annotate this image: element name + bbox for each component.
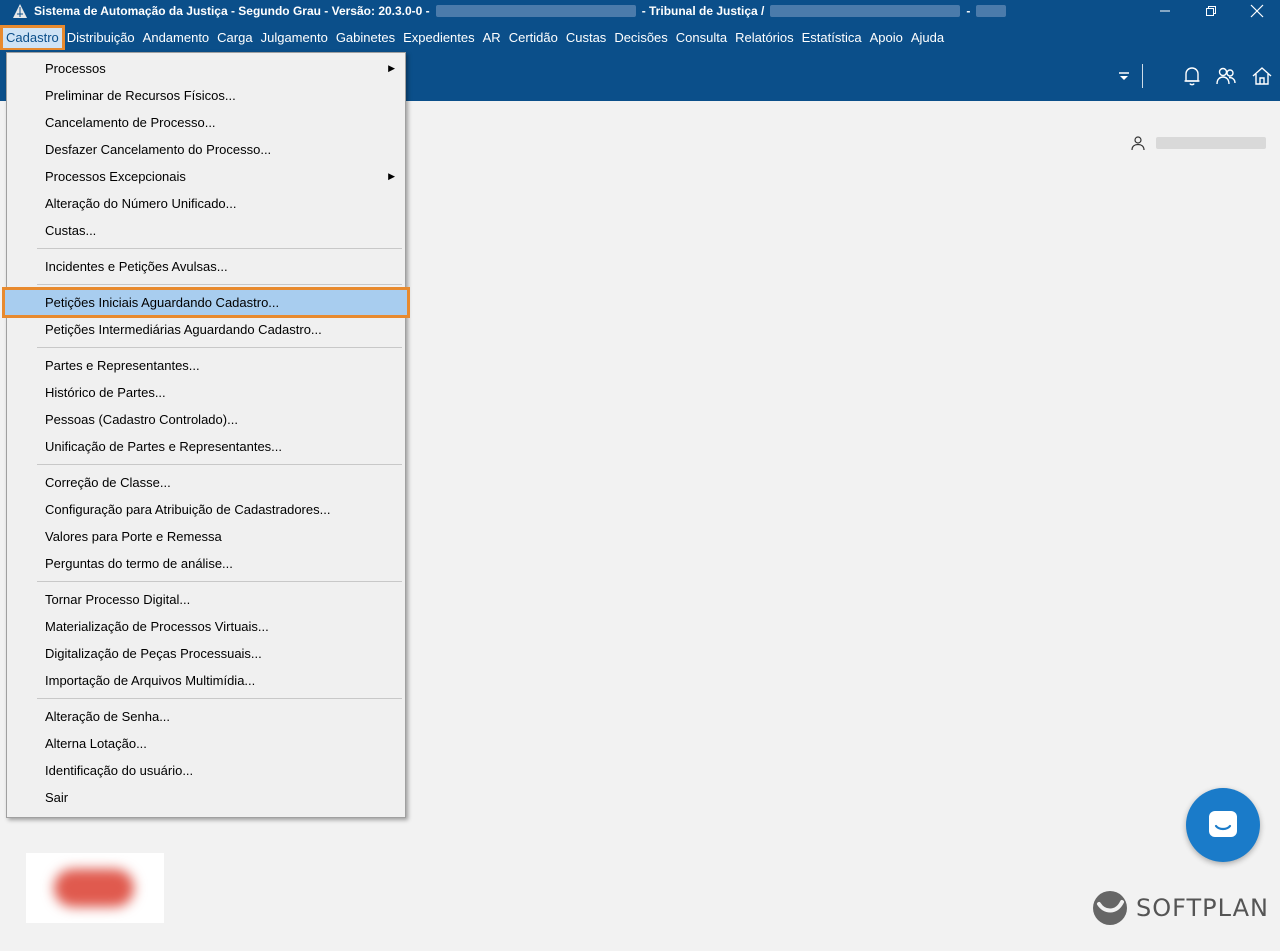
menu-ajuda[interactable]: Ajuda xyxy=(907,27,948,49)
redacted-text xyxy=(770,5,961,17)
menuitem-pessoas-cadastro-controlado[interactable]: Pessoas (Cadastro Controlado)... xyxy=(7,406,405,433)
redacted-username xyxy=(1156,137,1266,149)
menu-separator xyxy=(37,464,402,465)
menuitem-importacao-arquivos-multimidia[interactable]: Importação de Arquivos Multimídia... xyxy=(7,667,405,694)
chat-button[interactable] xyxy=(1186,788,1260,862)
chat-icon xyxy=(1209,811,1237,837)
redacted-logo xyxy=(26,853,164,923)
menu-relatorios[interactable]: Relatórios xyxy=(731,27,798,49)
menu-expedientes[interactable]: Expedientes xyxy=(399,27,479,49)
menuitem-unificacao-partes[interactable]: Unificação de Partes e Representantes... xyxy=(7,433,405,460)
softplan-logo-icon xyxy=(1093,891,1127,925)
menuitem-processos-excepcionais[interactable]: Processos Excepcionais ▶ xyxy=(7,163,405,190)
menuitem-incidentes-peticoes-avulsas[interactable]: Incidentes e Petições Avulsas... xyxy=(7,253,405,280)
window-title-part1: Sistema de Automação da Justiça - Segund… xyxy=(34,4,430,18)
window-controls xyxy=(1142,0,1280,22)
menu-consulta[interactable]: Consulta xyxy=(672,27,731,49)
restore-button[interactable] xyxy=(1188,0,1234,22)
menuitem-alterna-lotacao[interactable]: Alterna Lotação... xyxy=(7,730,405,757)
menu-apoio[interactable]: Apoio xyxy=(866,27,907,49)
menuitem-configuracao-atribuicao[interactable]: Configuração para Atribuição de Cadastra… xyxy=(7,496,405,523)
menu-carga[interactable]: Carga xyxy=(213,27,256,49)
cadastro-dropdown-menu: Processos ▶ Preliminar de Recursos Físico… xyxy=(2,52,410,818)
close-button[interactable] xyxy=(1234,0,1280,22)
menuitem-valores-porte-remessa[interactable]: Valores para Porte e Remessa xyxy=(7,523,405,550)
softplan-wordmark: SOFTPLAN xyxy=(1136,894,1269,922)
menu-ar[interactable]: AR xyxy=(479,27,505,49)
menuitem-alteracao-senha[interactable]: Alteração de Senha... xyxy=(7,703,405,730)
menuitem-partes-representantes[interactable]: Partes e Representantes... xyxy=(7,352,405,379)
user-icon xyxy=(1131,136,1145,151)
menu-certidao[interactable]: Certidão xyxy=(505,27,562,49)
minimize-button[interactable] xyxy=(1142,0,1188,22)
softplan-brand: SOFTPLAN xyxy=(1090,888,1269,928)
menu-gabinetes[interactable]: Gabinetes xyxy=(332,27,399,49)
minimize-icon xyxy=(1160,10,1170,12)
menu-separator xyxy=(37,347,402,348)
menuitem-processos[interactable]: Processos ▶ xyxy=(7,55,405,82)
menuitem-tornar-processo-digital[interactable]: Tornar Processo Digital... xyxy=(7,586,405,613)
filter-dropdown-icon[interactable] xyxy=(1112,64,1136,88)
menu-julgamento[interactable]: Julgamento xyxy=(257,27,332,49)
menuitem-sair[interactable]: Sair xyxy=(7,784,405,811)
redacted-text xyxy=(435,5,636,17)
menu-separator xyxy=(37,698,402,699)
menu-distribuicao[interactable]: Distribuição xyxy=(63,27,139,49)
menuitem-custas[interactable]: Custas... xyxy=(7,217,405,244)
menuitem-cancelamento-processo[interactable]: Cancelamento de Processo... xyxy=(7,109,405,136)
submenu-arrow-icon: ▶ xyxy=(388,63,395,73)
users-icon[interactable] xyxy=(1214,64,1238,88)
window-title-part3: - xyxy=(966,4,971,18)
menuitem-alteracao-numero-unificado[interactable]: Alteração do Número Unificado... xyxy=(7,190,405,217)
menu-bar: Cadastro Distribuição Andamento Carga Ju… xyxy=(0,25,1280,51)
app-logo-icon xyxy=(13,4,27,18)
menu-andamento[interactable]: Andamento xyxy=(139,27,214,49)
menuitem-materializacao-processos[interactable]: Materialização de Processos Virtuais... xyxy=(7,613,405,640)
menuitem-perguntas-termo-analise[interactable]: Perguntas do termo de análise... xyxy=(7,550,405,577)
menuitem-preliminar-recursos-fisicos[interactable]: Preliminar de Recursos Físicos... xyxy=(7,82,405,109)
menu-separator xyxy=(37,248,402,249)
menu-separator xyxy=(37,581,402,582)
home-icon[interactable] xyxy=(1250,64,1274,88)
menuitem-desfazer-cancelamento[interactable]: Desfazer Cancelamento do Processo... xyxy=(7,136,405,163)
window-title-part2: - Tribunal de Justiça / xyxy=(641,4,765,18)
restore-icon xyxy=(1206,6,1216,16)
current-user xyxy=(1130,135,1266,151)
submenu-arrow-icon: ▶ xyxy=(388,171,395,181)
menu-estatistica[interactable]: Estatística xyxy=(798,27,866,49)
menuitem-peticoes-intermediarias-aguardando[interactable]: Petições Intermediárias Aguardando Cadas… xyxy=(7,316,405,343)
menu-custas[interactable]: Custas xyxy=(562,27,610,49)
title-bar: Sistema de Automação da Justiça - Segund… xyxy=(0,0,1280,22)
menu-separator xyxy=(37,284,402,285)
close-icon xyxy=(1250,4,1264,18)
menuitem-correcao-classe[interactable]: Correção de Classe... xyxy=(7,469,405,496)
menuitem-peticoes-iniciais-aguardando[interactable]: Petições Iniciais Aguardando Cadastro... xyxy=(2,287,410,318)
toolbar-separator xyxy=(1142,64,1143,88)
bell-icon[interactable] xyxy=(1180,64,1204,88)
menu-cadastro[interactable]: Cadastro xyxy=(0,25,65,51)
redacted-text xyxy=(976,5,1007,17)
menu-decisoes[interactable]: Decisões xyxy=(610,27,671,49)
menuitem-historico-partes[interactable]: Histórico de Partes... xyxy=(7,379,405,406)
menuitem-digitalizacao-pecas[interactable]: Digitalização de Peças Processuais... xyxy=(7,640,405,667)
menuitem-identificacao-usuario[interactable]: Identificação do usuário... xyxy=(7,757,405,784)
